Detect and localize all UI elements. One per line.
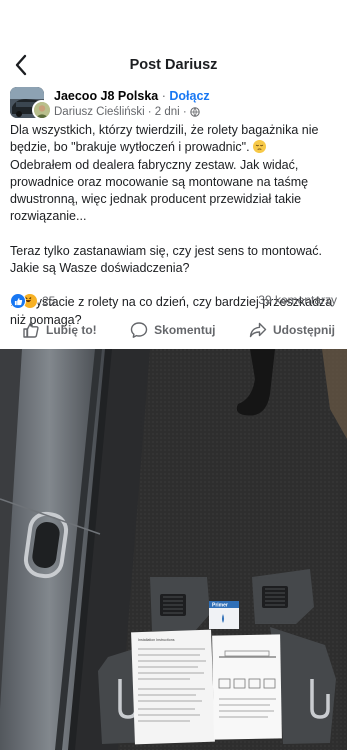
post-meta: Dariusz Cieśliński · 2 dni · [54, 106, 200, 118]
join-button[interactable]: Dołącz [169, 89, 209, 103]
like-label: Lubię to! [46, 323, 97, 337]
page-title: Post Dariusz [129, 57, 218, 73]
globe-icon [190, 107, 200, 117]
thumbs-up-icon [23, 322, 39, 338]
pensive-emoji-icon [253, 140, 267, 154]
share-button[interactable]: Udostępnij [249, 316, 335, 344]
post-time[interactable]: · 2 dni · [148, 106, 187, 118]
comment-button[interactable]: Skomentuj [130, 316, 216, 344]
group-line: Jaecoo J8 Polska · Dołącz [54, 89, 210, 103]
post-paragraph-2: Teraz tylko zastanawiam się, czy jest se… [10, 243, 322, 276]
post-actions: Lubię to! Skomentuj Udostępnij [0, 316, 347, 344]
author-avatar[interactable] [32, 100, 52, 120]
like-reaction-icon [10, 293, 26, 309]
reactions-count: 25 [42, 294, 56, 308]
instruction-heading: Installation Instructions [138, 638, 175, 642]
group-name[interactable]: Jaecoo J8 Polska [54, 89, 158, 103]
share-label: Udostępnij [273, 323, 335, 337]
trunk-cover-photo: Primer Installation Instructions [0, 349, 347, 750]
post-photo[interactable]: Primer Installation Instructions [0, 349, 347, 750]
post-stats: 25 39 komentarzy [10, 293, 337, 311]
share-arrow-icon [249, 322, 267, 338]
comments-count[interactable]: 39 komentarzy [258, 293, 337, 307]
post-header: Post Dariusz Jaecoo J8 Polska · Dołącz D… [0, 0, 347, 130]
like-button[interactable]: Lubię to! [22, 316, 97, 344]
package-brand-text: Primer [212, 603, 228, 609]
comment-label: Skomentuj [154, 323, 216, 337]
author-name[interactable]: Dariusz Cieśliński [54, 106, 145, 118]
separator-dot: · [161, 89, 166, 103]
comment-bubble-icon [130, 322, 148, 338]
post-author-block: Jaecoo J8 Polska · Dołącz Dariusz Cieśli… [10, 87, 340, 121]
reactions-summary[interactable]: 25 [10, 293, 55, 309]
post-paragraph-1: Dla wszystkich, którzy twierdzili, że ro… [10, 123, 319, 224]
